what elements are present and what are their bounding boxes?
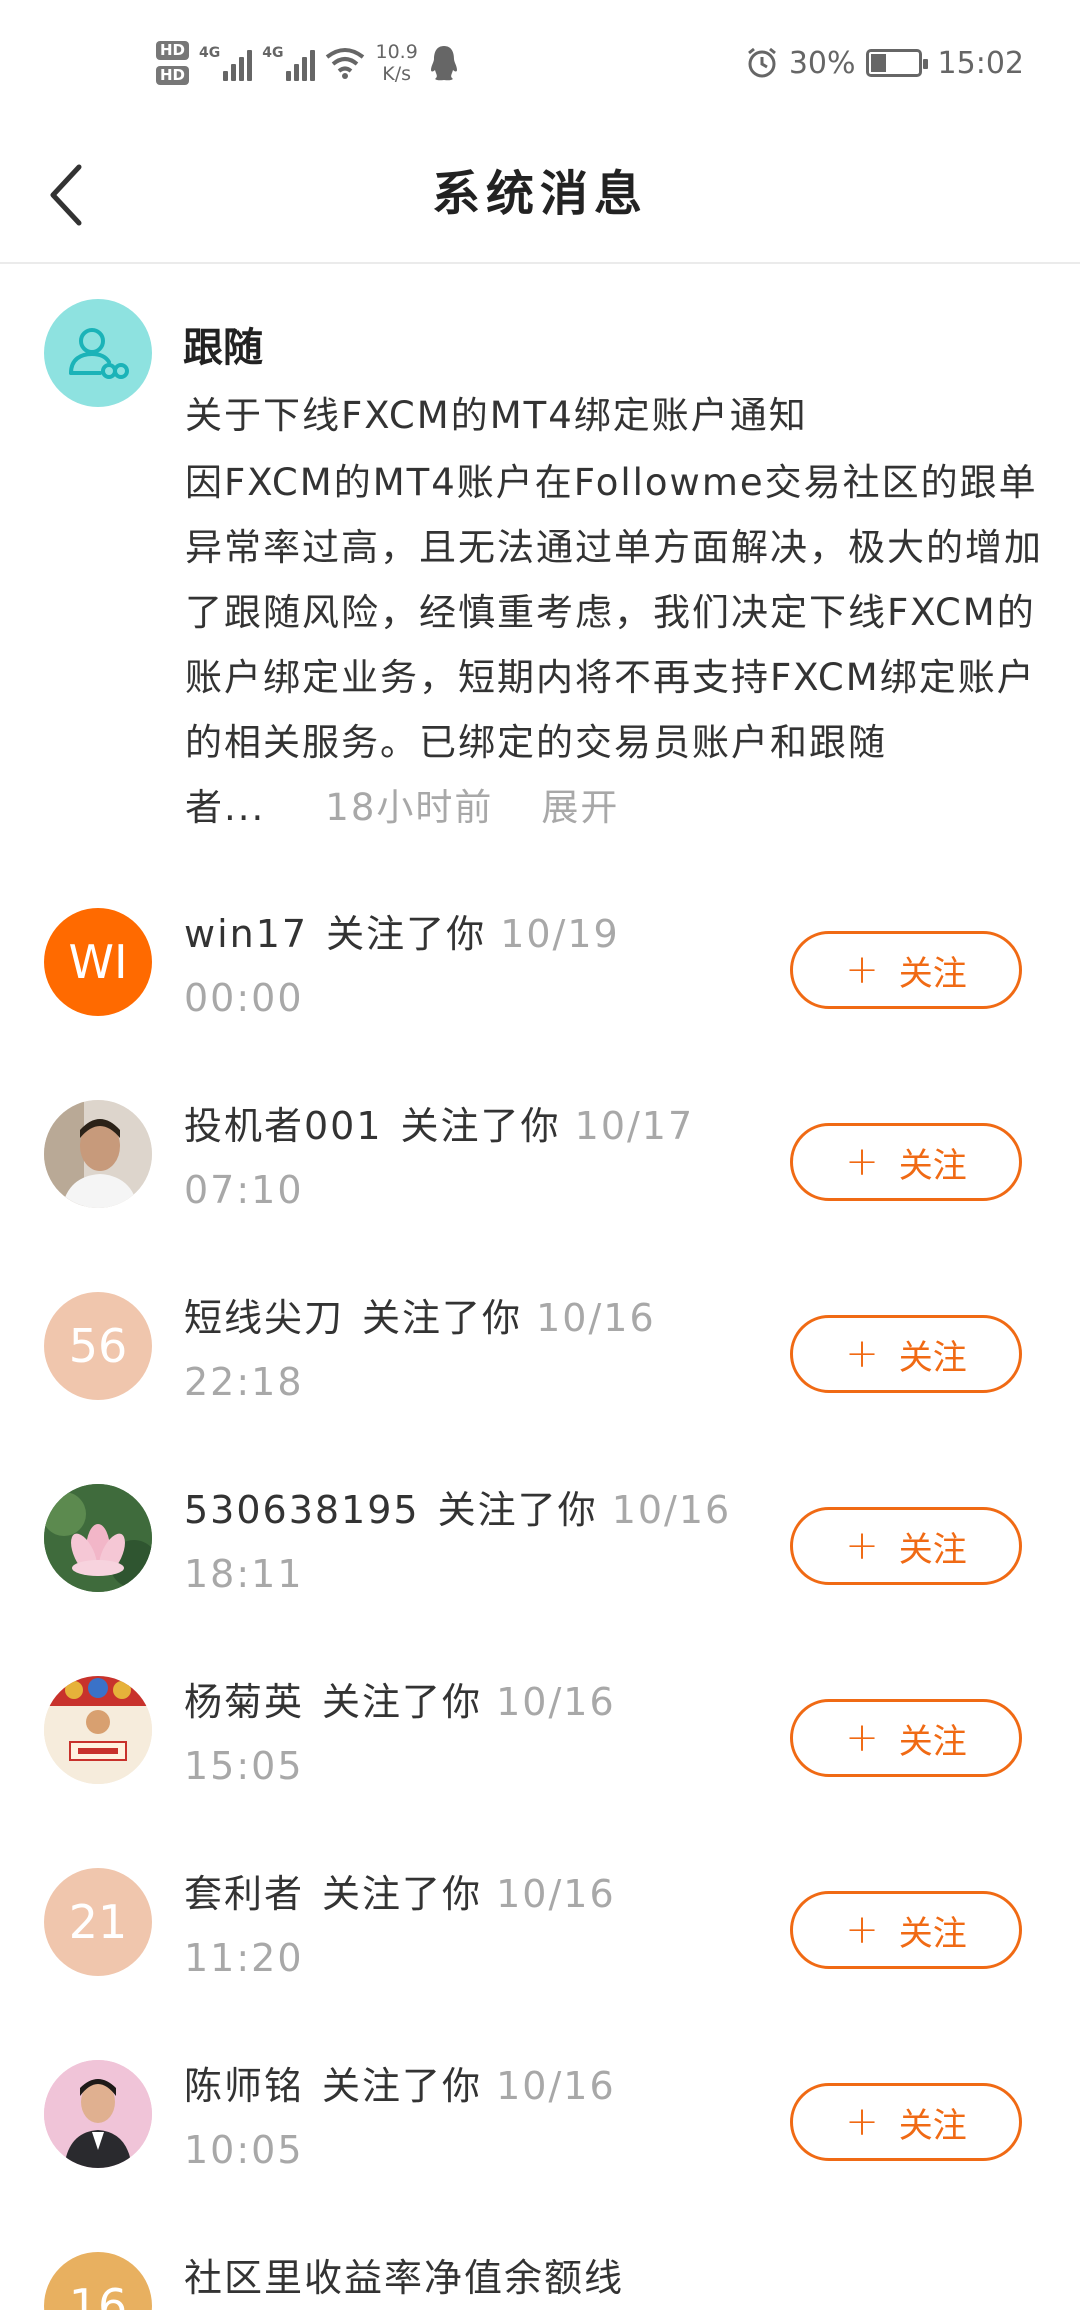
user-name[interactable]: 530638195 (184, 1488, 420, 1532)
follow-button-label: 关注 (898, 2105, 967, 2146)
plus-icon: + (845, 1139, 879, 1185)
list-item[interactable]: 杨菊英 关注了你 10/16 15:05 + 关注 (0, 1648, 1080, 1840)
network-speed: 10.9 K/s (375, 41, 418, 85)
message-time: 18小时前 (325, 786, 494, 829)
follow-button-label: 关注 (898, 1721, 967, 1762)
action-text: 关注了你 (322, 2064, 483, 2108)
avatar[interactable]: 56 (44, 1292, 152, 1400)
plus-icon: + (845, 1523, 879, 1569)
list-item[interactable]: 530638195 关注了你 10/16 18:11 + 关注 (0, 1456, 1080, 1648)
user-name[interactable]: 陈师铭 (184, 2064, 304, 2108)
page-title: 系统消息 (431, 166, 648, 222)
message-body: 因FXCM的MT4账户在Followme交易社区的跟单异常率过高，且无法通过单方… (185, 450, 1045, 840)
plus-icon: + (845, 1715, 879, 1761)
action-text: 关注了你 (362, 1296, 523, 1340)
notification-text: 短线尖刀 关注了你 10/16 22:18 (184, 1286, 744, 1414)
follow-button[interactable]: + 关注 (790, 2083, 1022, 2161)
system-message-card[interactable]: 跟随 关于下线FXCM的MT4绑定账户通知 因FXCM的MT4账户在Follow… (0, 265, 1080, 845)
follow-button-label: 关注 (898, 953, 967, 994)
notification-text: 530638195 关注了你 10/16 18:11 (184, 1478, 744, 1606)
user-name[interactable]: 投机者001 (184, 1104, 383, 1148)
user-name[interactable]: 短线尖刀 (184, 1296, 344, 1340)
notification-text: 社区里收益率净值余额线 (184, 2246, 744, 2310)
follow-button[interactable]: + 关注 (790, 931, 1022, 1009)
plus-icon: + (845, 1331, 879, 1377)
list-item[interactable]: 陈师铭 关注了你 10/16 10:05 + 关注 (0, 2032, 1080, 2224)
battery-percent: 30% (788, 45, 856, 81)
action-text: 关注了你 (322, 1680, 483, 1724)
message-category: 跟随 (183, 325, 263, 371)
follow-button-label: 关注 (898, 1337, 967, 1378)
user-name[interactable]: 社区里收益率净值余额线 (184, 2256, 624, 2300)
chevron-left-icon (50, 164, 82, 226)
avatar[interactable]: 21 (44, 1868, 152, 1976)
follow-category-avatar (44, 299, 152, 407)
signal-2-icon: 4G (262, 45, 316, 81)
battery-icon (865, 49, 928, 77)
message-body-text: 因FXCM的MT4账户在Followme交易社区的跟单异常率过高，且无法通过单方… (185, 461, 1043, 829)
nav-header: 系统消息 (0, 125, 1080, 264)
festive-image-icon (44, 1676, 152, 1784)
notification-text: 陈师铭 关注了你 10/16 10:05 (184, 2054, 744, 2182)
user-name[interactable]: 杨菊英 (184, 1680, 304, 1724)
users-icon (69, 328, 129, 379)
notification-text: 投机者001 关注了你 10/17 07:10 (184, 1094, 744, 1222)
message-title: 关于下线FXCM的MT4绑定账户通知 (185, 394, 808, 437)
hd-indicators: HD HD (156, 41, 190, 85)
avatar[interactable]: WI (44, 908, 152, 1016)
expand-link[interactable]: 展开 (541, 786, 619, 829)
plus-icon: + (845, 947, 879, 993)
action-text: 关注了你 (400, 1104, 561, 1148)
follow-button-label: 关注 (898, 1145, 967, 1186)
status-right-icons: 30% 15:02 (745, 40, 1024, 86)
hd-badge-2: HD (156, 66, 190, 85)
follow-button-label: 关注 (898, 1529, 967, 1570)
list-item[interactable]: 21 套利者 关注了你 10/16 11:20 + 关注 (0, 1840, 1080, 2032)
avatar[interactable] (44, 1676, 152, 1784)
clock: 15:02 (937, 45, 1024, 81)
follow-button-label: 关注 (898, 1913, 967, 1954)
user-name[interactable]: win17 (184, 912, 308, 956)
follow-notification-list: WI win17 关注了你 10/19 00:00 + 关注 投机者001 关注了你… (0, 880, 1080, 2310)
avatar[interactable] (44, 2060, 152, 2168)
follow-button[interactable]: + 关注 (790, 1891, 1022, 1969)
user-photo-icon (44, 1100, 152, 1208)
user-name[interactable]: 套利者 (184, 1872, 304, 1916)
qq-icon (430, 46, 457, 81)
action-text: 关注了你 (326, 912, 487, 956)
follow-button[interactable]: + 关注 (790, 1699, 1022, 1777)
list-item[interactable]: 56 短线尖刀 关注了你 10/16 22:18 + 关注 (0, 1264, 1080, 1456)
notification-text: 杨菊英 关注了你 10/16 15:05 (184, 1670, 744, 1798)
follow-button[interactable]: + 关注 (790, 1507, 1022, 1585)
back-button[interactable] (30, 150, 100, 240)
signal-1-icon: 4G (199, 45, 253, 81)
avatar[interactable] (44, 1100, 152, 1208)
list-item[interactable]: 投机者001 关注了你 10/17 07:10 + 关注 (0, 1072, 1080, 1264)
list-item[interactable]: WI win17 关注了你 10/19 00:00 + 关注 (0, 880, 1080, 1072)
hd-badge-1: HD (156, 41, 190, 60)
plus-icon: + (845, 2099, 879, 2145)
status-bar: HD HD 4G 4G 10.9 K/s 30% 15:02 (0, 0, 1080, 125)
list-item[interactable]: 16 社区里收益率净值余额线 (0, 2224, 1080, 2310)
user-photo-icon (44, 2060, 152, 2168)
avatar[interactable]: 16 (44, 2252, 152, 2310)
notification-text: win17 关注了你 10/19 00:00 (184, 902, 744, 1030)
wifi-icon (326, 48, 365, 79)
notification-text: 套利者 关注了你 10/16 11:20 (184, 1862, 744, 1990)
avatar[interactable] (44, 1484, 152, 1592)
lotus-photo-icon (44, 1484, 152, 1592)
alarm-icon (747, 47, 776, 78)
action-text: 关注了你 (322, 1872, 483, 1916)
follow-button[interactable]: + 关注 (790, 1315, 1022, 1393)
status-left-icons: HD HD 4G 4G 10.9 K/s (156, 30, 460, 96)
action-text: 关注了你 (437, 1488, 598, 1532)
follow-button[interactable]: + 关注 (790, 1123, 1022, 1201)
plus-icon: + (845, 1907, 879, 1953)
